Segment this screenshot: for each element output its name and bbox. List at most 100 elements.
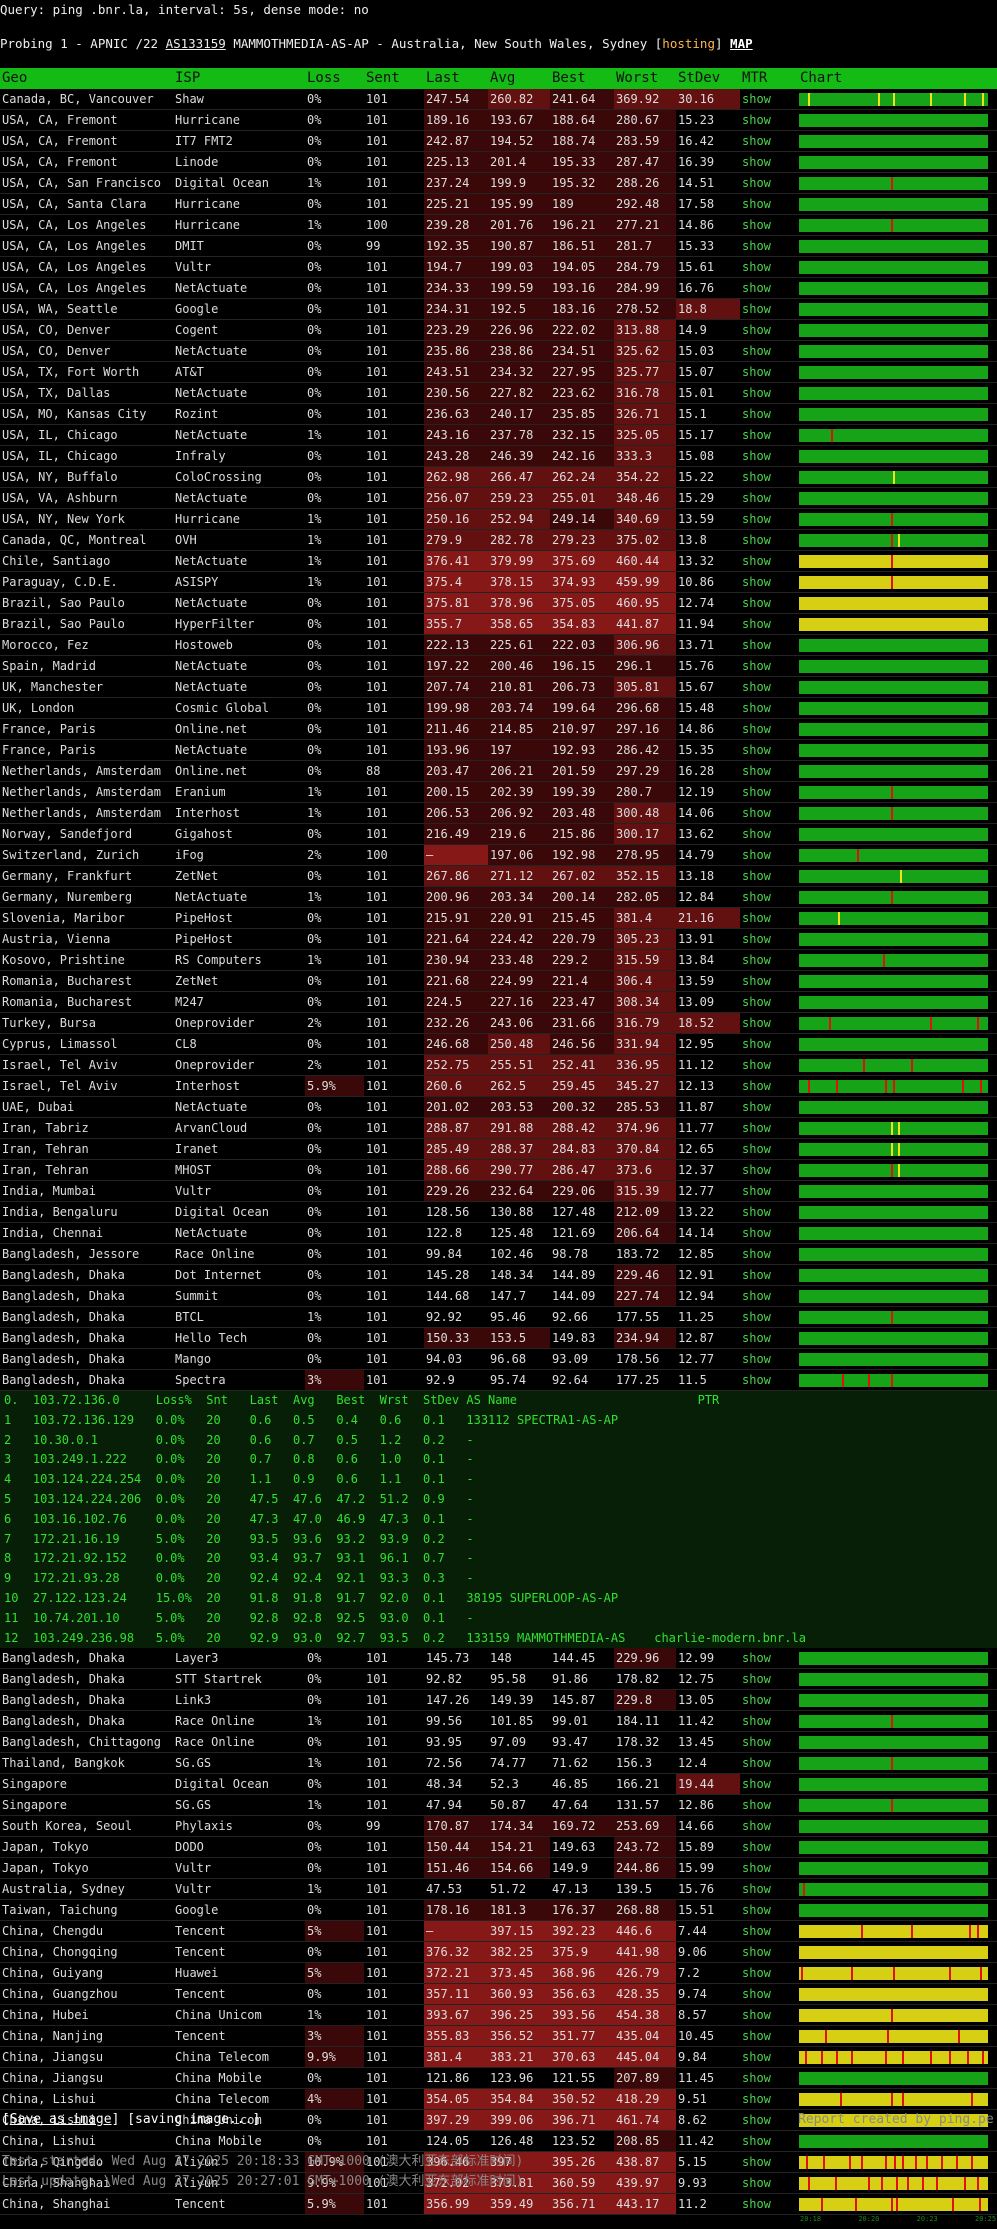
mtr-show-link[interactable]: show xyxy=(740,866,798,886)
mtr-show-link[interactable]: show xyxy=(740,446,798,466)
mtr-show-link[interactable]: show xyxy=(740,1900,798,1920)
mtr-show-link[interactable]: show xyxy=(740,719,798,739)
mtr-show-link[interactable]: show xyxy=(740,2194,798,2214)
mtr-show-link[interactable]: show xyxy=(740,2068,798,2088)
mtr-show-link[interactable]: show xyxy=(740,1349,798,1369)
mtr-show-link[interactable]: show xyxy=(740,950,798,970)
mtr-show-link[interactable]: show xyxy=(740,1858,798,1878)
mtr-show-link[interactable]: show xyxy=(740,1202,798,1222)
mtr-show-link[interactable]: show xyxy=(740,908,798,928)
mtr-show-link[interactable]: show xyxy=(740,488,798,508)
mtr-show-link[interactable]: show xyxy=(740,1076,798,1096)
mtr-show-link[interactable]: show xyxy=(740,1265,798,1285)
mtr-show-link[interactable]: show xyxy=(740,782,798,802)
mtr-show-link[interactable]: show xyxy=(740,614,798,634)
mtr-show-link[interactable]: show xyxy=(740,2173,798,2193)
mtr-show-link[interactable]: show xyxy=(740,1648,798,1668)
mtr-show-link[interactable]: show xyxy=(740,1328,798,1348)
mtr-show-link[interactable]: show xyxy=(740,1690,798,1710)
mtr-show-link[interactable]: show xyxy=(740,845,798,865)
mtr-show-link[interactable]: show xyxy=(740,656,798,676)
cell-last: 144.68 xyxy=(426,1289,470,1303)
mtr-show-link[interactable]: show xyxy=(740,1732,798,1752)
mtr-show-link[interactable]: show xyxy=(740,1837,798,1857)
chart-cell xyxy=(798,1160,997,1180)
mtr-show-link[interactable]: show xyxy=(740,761,798,781)
mtr-show-link[interactable]: show xyxy=(740,320,798,340)
mtr-show-link[interactable]: show xyxy=(740,530,798,550)
mtr-show-link[interactable]: show xyxy=(740,299,798,319)
mtr-show-link[interactable]: show xyxy=(740,593,798,613)
mtr-show-link[interactable]: show xyxy=(740,929,798,949)
mtr-show-link[interactable]: show xyxy=(740,1013,798,1033)
chart-spike xyxy=(890,1799,893,1813)
mtr-show-link[interactable]: show xyxy=(740,425,798,445)
mtr-show-link[interactable]: show xyxy=(740,152,798,172)
mtr-show-link[interactable]: show xyxy=(740,2047,798,2067)
latency-chart xyxy=(799,765,988,778)
mtr-show-link[interactable]: show xyxy=(740,1139,798,1159)
mtr-show-link[interactable]: show xyxy=(740,2005,798,2025)
asn-link[interactable]: AS133159 xyxy=(166,36,226,51)
mtr-show-link[interactable]: show xyxy=(740,1034,798,1054)
cell-loss: 0% xyxy=(307,1121,322,1135)
mtr-show-link[interactable]: show xyxy=(740,257,798,277)
mtr-show-link[interactable]: show xyxy=(740,2131,798,2151)
mtr-show-link[interactable]: show xyxy=(740,1307,798,1327)
cell-best: 186.51 xyxy=(550,236,614,256)
mtr-show-link[interactable]: show xyxy=(740,1160,798,1180)
mtr-show-link[interactable]: show xyxy=(740,1984,798,2004)
mtr-show-link[interactable]: show xyxy=(740,341,798,361)
mtr-show-link[interactable]: show xyxy=(740,1795,798,1815)
cell-avg: 359.49 xyxy=(488,2194,550,2215)
mtr-show-link[interactable]: show xyxy=(740,131,798,151)
mtr-show-link[interactable]: show xyxy=(740,887,798,907)
mtr-show-link[interactable]: show xyxy=(740,1942,798,1962)
mtr-show-link[interactable]: show xyxy=(740,1223,798,1243)
mtr-show-link[interactable]: show xyxy=(740,2089,798,2109)
mtr-show-link[interactable]: show xyxy=(740,1921,798,1941)
cell-sent: 101 xyxy=(366,2197,388,2212)
mtr-show-link[interactable]: show xyxy=(740,2026,798,2046)
mtr-show-link[interactable]: show xyxy=(740,1816,798,1836)
mtr-show-link[interactable]: show xyxy=(740,740,798,760)
mtr-show-link[interactable]: show xyxy=(740,215,798,235)
mtr-show-link[interactable]: show xyxy=(740,971,798,991)
mtr-show-link[interactable]: show xyxy=(740,1181,798,1201)
mtr-show-link[interactable]: show xyxy=(740,110,798,130)
mtr-show-link[interactable]: show xyxy=(740,1669,798,1689)
mtr-show-link[interactable]: show xyxy=(740,1774,798,1794)
mtr-show-link[interactable]: show xyxy=(740,1370,798,1390)
mtr-show-link[interactable]: show xyxy=(740,803,798,823)
mtr-show-link[interactable]: show xyxy=(740,2152,798,2172)
mtr-show-link[interactable]: show xyxy=(740,1244,798,1264)
mtr-show-link[interactable]: show xyxy=(740,278,798,298)
mtr-show-link[interactable]: show xyxy=(740,362,798,382)
mtr-show-link[interactable]: show xyxy=(740,1711,798,1731)
mtr-show-link[interactable]: show xyxy=(740,992,798,1012)
mtr-show-link[interactable]: show xyxy=(740,1055,798,1075)
mtr-show-link[interactable]: show xyxy=(740,89,798,109)
mtr-show-link[interactable]: show xyxy=(740,1097,798,1117)
mtr-show-link[interactable]: show xyxy=(740,1286,798,1306)
mtr-show-link[interactable]: show xyxy=(740,677,798,697)
mtr-show-link[interactable]: show xyxy=(740,467,798,487)
mtr-show-link[interactable]: show xyxy=(740,2110,798,2130)
mtr-show-link[interactable]: show xyxy=(740,1753,798,1773)
mtr-show-link[interactable]: show xyxy=(740,572,798,592)
mtr-show-link[interactable]: show xyxy=(740,1879,798,1899)
mtr-show-link[interactable]: show xyxy=(740,404,798,424)
mtr-show-link[interactable]: show xyxy=(740,236,798,256)
mtr-show-link[interactable]: show xyxy=(740,635,798,655)
mtr-show-link[interactable]: show xyxy=(740,698,798,718)
mtr-show-link[interactable]: show xyxy=(740,824,798,844)
mtr-show-link[interactable]: show xyxy=(740,551,798,571)
mtr-show-link[interactable]: show xyxy=(740,1963,798,1983)
mtr-show-link[interactable]: show xyxy=(740,509,798,529)
save-image-link[interactable]: Save as image xyxy=(10,2112,112,2127)
mtr-show-link[interactable]: show xyxy=(740,194,798,214)
mtr-show-link[interactable]: show xyxy=(740,1118,798,1138)
mtr-show-link[interactable]: show xyxy=(740,383,798,403)
map-link[interactable]: MAP xyxy=(730,36,753,51)
mtr-show-link[interactable]: show xyxy=(740,173,798,193)
